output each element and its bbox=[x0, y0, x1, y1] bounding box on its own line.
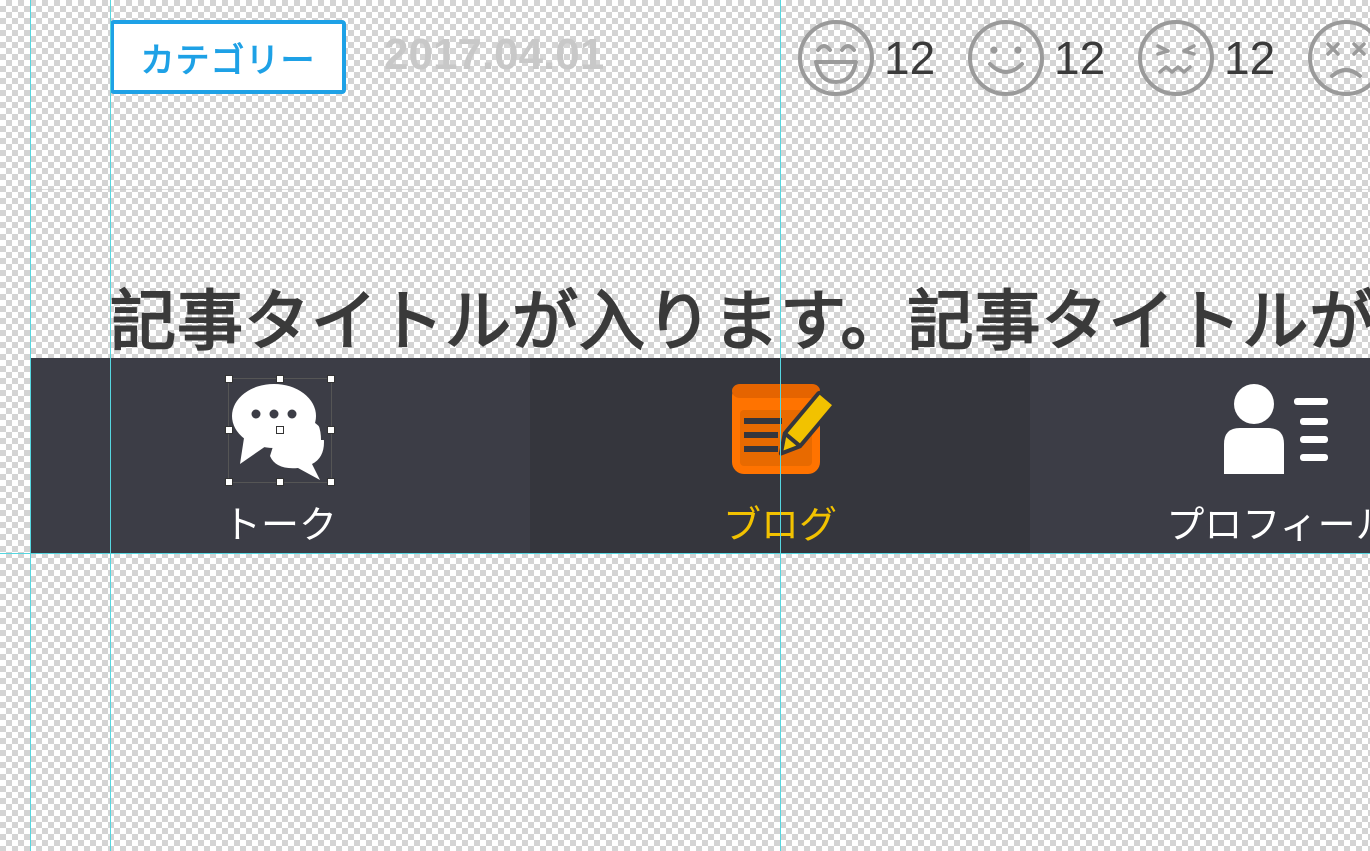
resize-handle[interactable] bbox=[327, 375, 335, 383]
resize-handle[interactable] bbox=[225, 478, 233, 486]
reaction-worried[interactable]: 12 bbox=[1136, 18, 1275, 98]
resize-handle[interactable] bbox=[225, 375, 233, 383]
frowning-face-icon bbox=[1308, 20, 1370, 96]
divider bbox=[30, 189, 1370, 190]
smiling-face-icon bbox=[968, 20, 1044, 96]
category-tag[interactable]: カテゴリー bbox=[110, 20, 346, 94]
reaction-smiling[interactable]: 12 bbox=[966, 18, 1105, 98]
resize-handle[interactable] bbox=[276, 478, 284, 486]
post-date: 2017.04.01 bbox=[384, 30, 605, 79]
tab-label: プロフィール bbox=[1166, 503, 1370, 547]
worried-face-icon bbox=[1138, 20, 1214, 96]
guide-line-vertical bbox=[30, 0, 31, 851]
resize-handle[interactable] bbox=[225, 426, 233, 434]
reaction-laughing[interactable]: 12 bbox=[796, 18, 935, 98]
selection-bounding-box[interactable] bbox=[225, 375, 335, 486]
tab-label: トーク bbox=[222, 503, 337, 547]
tab-profile[interactable]: プロフィール bbox=[1030, 358, 1370, 553]
guide-line-horizontal bbox=[0, 553, 1370, 554]
laughing-face-icon bbox=[798, 20, 874, 96]
guide-line-vertical bbox=[110, 0, 111, 851]
article-title: 記事タイトルが入ります。記事タイトルが bbox=[110, 283, 1370, 360]
resize-handle[interactable] bbox=[276, 375, 284, 383]
guide-line-vertical bbox=[780, 0, 781, 851]
anchor-point[interactable] bbox=[276, 426, 284, 434]
reaction-count: 12 bbox=[884, 32, 936, 84]
reaction-count: 12 bbox=[1224, 32, 1276, 84]
reaction-count: 12 bbox=[1054, 32, 1106, 84]
resize-handle[interactable] bbox=[327, 478, 335, 486]
profile-icon bbox=[1224, 384, 1328, 474]
reaction-frowning[interactable] bbox=[1306, 18, 1370, 98]
resize-handle[interactable] bbox=[327, 426, 335, 434]
